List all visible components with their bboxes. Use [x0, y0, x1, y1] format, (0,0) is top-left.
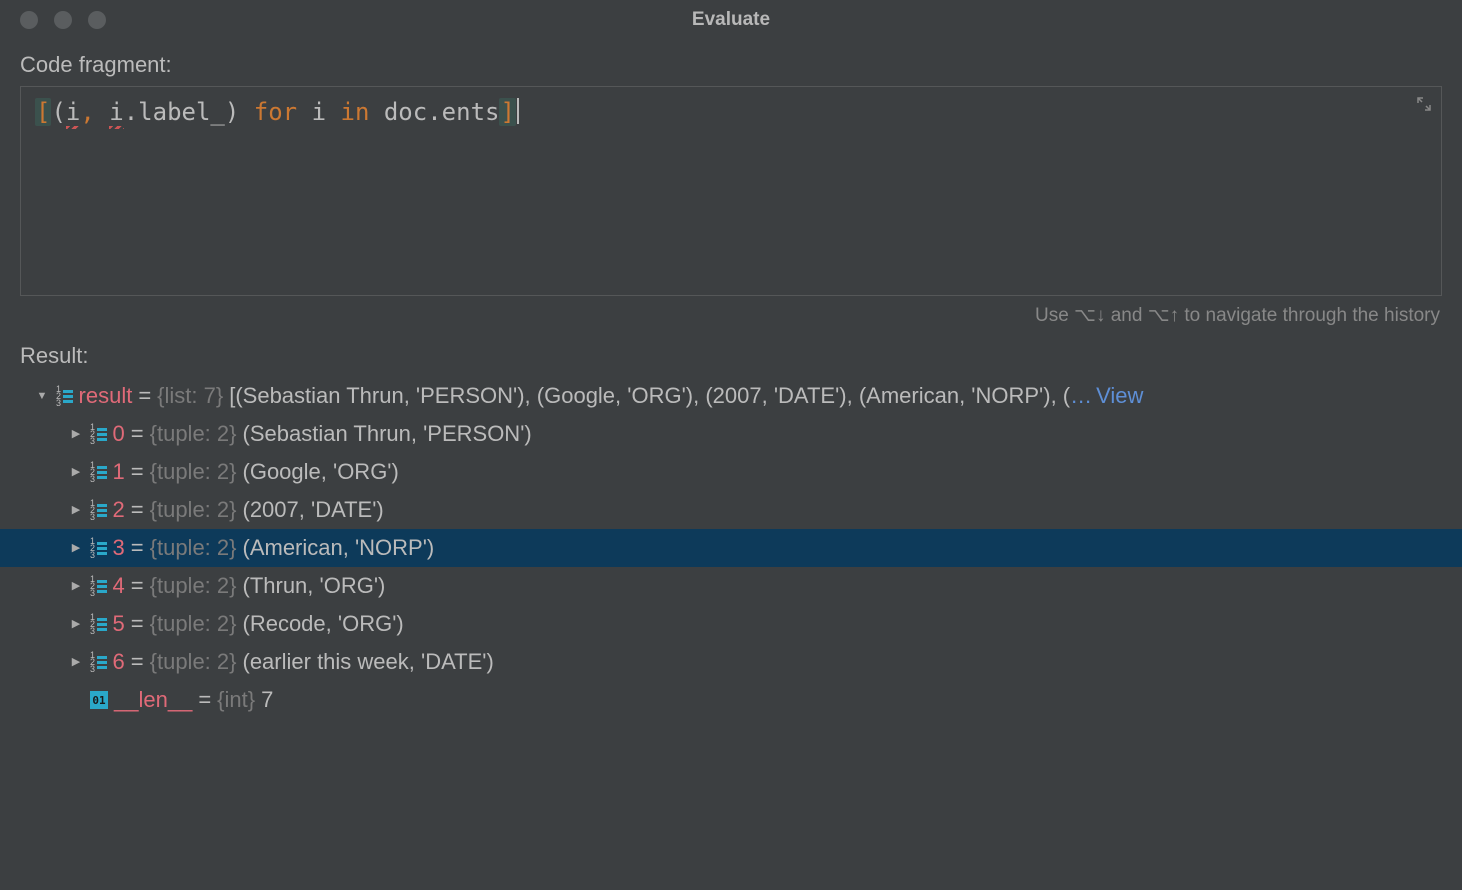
- var-type: {list: 7}: [157, 385, 223, 407]
- var-name: result: [79, 385, 133, 407]
- close-dot[interactable]: [20, 11, 38, 29]
- var-value: (earlier this week, 'DATE'): [243, 651, 494, 673]
- chevron-right-icon[interactable]: [66, 581, 86, 592]
- var-type: {tuple: 2}: [150, 423, 237, 445]
- code-fragment-label: Code fragment:: [0, 40, 1462, 86]
- var-type: {tuple: 2}: [150, 461, 237, 483]
- var-name: 6: [113, 651, 125, 673]
- tree-item-row[interactable]: 123 4 = {tuple: 2} (Thrun, 'ORG'): [0, 567, 1462, 605]
- equals: =: [138, 385, 151, 407]
- list-icon: 123: [90, 500, 107, 521]
- code-token: for: [254, 98, 297, 126]
- code-token: in: [341, 98, 370, 126]
- code-token: ]: [499, 98, 515, 126]
- code-token: ,: [80, 98, 94, 126]
- var-value: (Thrun, 'ORG'): [243, 575, 386, 597]
- equals: =: [131, 461, 144, 483]
- var-type: {tuple: 2}: [150, 613, 237, 635]
- equals: =: [131, 423, 144, 445]
- code-token: doc: [384, 98, 427, 126]
- var-name: __len__: [114, 689, 192, 711]
- var-name: 0: [113, 423, 125, 445]
- code-token: (: [51, 98, 65, 126]
- chevron-right-icon[interactable]: [66, 467, 86, 478]
- var-name: 5: [113, 613, 125, 635]
- var-name: 2: [113, 499, 125, 521]
- var-value: (American, 'NORP'): [243, 537, 435, 559]
- var-value: (Google, 'ORG'): [243, 461, 399, 483]
- equals: =: [131, 537, 144, 559]
- var-value: (Recode, 'ORG'): [243, 613, 404, 635]
- chevron-right-icon[interactable]: [66, 429, 86, 440]
- var-type: {int}: [217, 689, 255, 711]
- list-icon: 123: [90, 424, 107, 445]
- var-value: (2007, 'DATE'): [243, 499, 384, 521]
- list-icon: 123: [90, 614, 107, 635]
- window-controls: [20, 11, 106, 29]
- tree-item-row[interactable]: 123 5 = {tuple: 2} (Recode, 'ORG'): [0, 605, 1462, 643]
- text-cursor: [517, 98, 519, 124]
- view-link[interactable]: View: [1096, 385, 1143, 407]
- code-token: i: [312, 98, 326, 126]
- list-icon: 123: [56, 386, 73, 407]
- tree-item-row[interactable]: 123 2 = {tuple: 2} (2007, 'DATE'): [0, 491, 1462, 529]
- chevron-right-icon[interactable]: [66, 657, 86, 668]
- chevron-right-icon[interactable]: [66, 505, 86, 516]
- list-icon: 123: [90, 652, 107, 673]
- list-icon: 123: [90, 462, 107, 483]
- var-value: (Sebastian Thrun, 'PERSON'): [243, 423, 532, 445]
- int-icon: [90, 691, 108, 709]
- tree-len-row[interactable]: __len__ = {int} 7: [0, 681, 1462, 719]
- result-label: Result:: [0, 331, 1462, 377]
- code-token: [: [35, 98, 51, 126]
- tree-root-row[interactable]: 123 result = {list: 7} [(Sebastian Thrun…: [0, 377, 1462, 415]
- equals: =: [131, 575, 144, 597]
- tree-item-row[interactable]: 123 0 = {tuple: 2} (Sebastian Thrun, 'PERSON…: [0, 415, 1462, 453]
- code-token: ents: [442, 98, 500, 126]
- history-hint: Use ⌥↓ and ⌥↑ to navigate through the hi…: [0, 296, 1462, 331]
- chevron-down-icon[interactable]: [32, 391, 52, 402]
- equals: =: [131, 651, 144, 673]
- equals: =: [131, 499, 144, 521]
- chevron-right-icon[interactable]: [66, 619, 86, 630]
- var-type: {tuple: 2}: [150, 499, 237, 521]
- code-token: label_: [138, 98, 225, 126]
- var-type: {tuple: 2}: [150, 537, 237, 559]
- var-name: 4: [113, 575, 125, 597]
- tree-item-row[interactable]: 123 1 = {tuple: 2} (Google, 'ORG'): [0, 453, 1462, 491]
- minimize-dot[interactable]: [54, 11, 72, 29]
- equals: =: [131, 613, 144, 635]
- code-token: .: [124, 98, 138, 126]
- chevron-right-icon[interactable]: [66, 543, 86, 554]
- code-token: i: [66, 98, 80, 126]
- list-icon: 123: [90, 538, 107, 559]
- ellipsis: …: [1070, 385, 1092, 407]
- var-name: 3: [113, 537, 125, 559]
- code-token: ): [225, 98, 239, 126]
- var-value: [(Sebastian Thrun, 'PERSON'), (Google, '…: [229, 385, 1070, 407]
- var-type: {tuple: 2}: [150, 651, 237, 673]
- tree-item-row[interactable]: 123 3 = {tuple: 2} (American, 'NORP'): [0, 529, 1462, 567]
- zoom-dot[interactable]: [88, 11, 106, 29]
- var-name: 1: [113, 461, 125, 483]
- equals: =: [198, 689, 211, 711]
- title-bar: Evaluate: [0, 0, 1462, 40]
- window-title: Evaluate: [692, 9, 770, 31]
- code-fragment-input[interactable]: [(i, i.label_) for i in doc.ents]: [20, 86, 1442, 296]
- var-type: {tuple: 2}: [150, 575, 237, 597]
- result-tree: 123 result = {list: 7} [(Sebastian Thrun…: [0, 377, 1462, 719]
- code-token: i: [109, 98, 123, 126]
- code-token: .: [427, 98, 441, 126]
- var-value: 7: [261, 689, 273, 711]
- expand-icon[interactable]: [1417, 97, 1431, 116]
- list-icon: 123: [90, 576, 107, 597]
- tree-item-row[interactable]: 123 6 = {tuple: 2} (earlier this week, 'DATE…: [0, 643, 1462, 681]
